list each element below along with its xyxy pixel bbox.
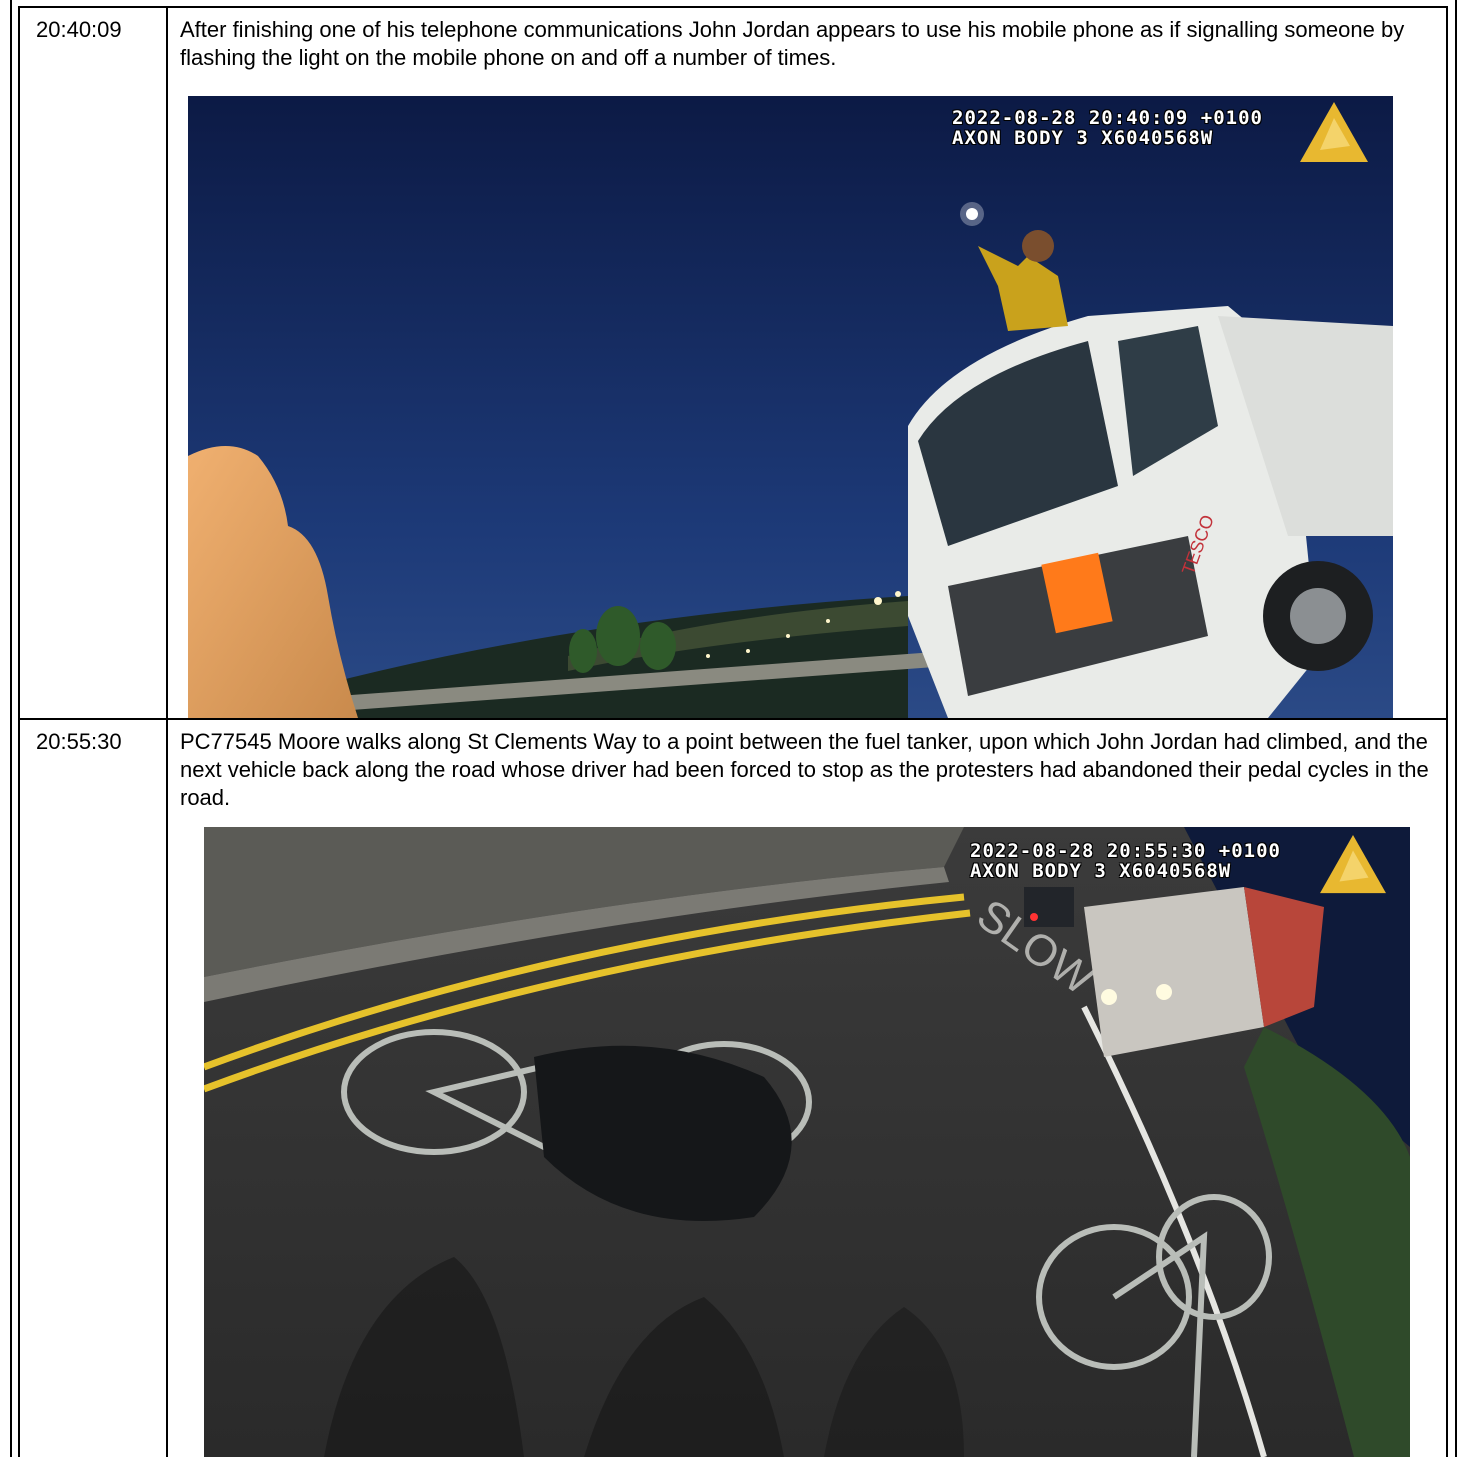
row-1-timestamp-line2: AXON BODY 3 X6040568W xyxy=(952,127,1214,149)
table-border-outer-left xyxy=(10,0,12,1457)
table-border-right xyxy=(1446,6,1448,1457)
table-border-row xyxy=(18,718,1448,720)
table-border-col xyxy=(166,6,168,1457)
table-border-top xyxy=(18,6,1448,8)
row-2-timestamp-line2: AXON BODY 3 X6040568W xyxy=(970,860,1232,882)
table-border-left xyxy=(18,6,20,1457)
row-2-photo-image: SLOW xyxy=(204,827,1410,1457)
row-1-axon-logo-icon xyxy=(1300,102,1368,162)
row-2-description: PC77545 Moore walks along St Clements Wa… xyxy=(180,729,1429,810)
row-1-time: 20:40:09 xyxy=(36,17,122,42)
table-border-right-outer xyxy=(1455,0,1457,1457)
row-2-axon-logo-icon xyxy=(1320,834,1386,894)
row-2-bodycam-photo: SLOW 2022-08-28 20:55:30 +0100 AXON BODY… xyxy=(204,827,1410,1457)
row-1-bodycam-photo: TESCO 2022-08-28 20:40:09 +0100 AXON BOD… xyxy=(188,96,1393,718)
row-1-description: After finishing one of his telephone com… xyxy=(180,17,1405,70)
row-2-time: 20:55:30 xyxy=(36,729,122,754)
row-2-timestamp-line1: 2022-08-28 20:55:30 +0100 xyxy=(970,840,1281,862)
row-1-photo-image: TESCO xyxy=(188,96,1393,718)
row-1-timestamp-line1: 2022-08-28 20:40:09 +0100 xyxy=(952,107,1263,129)
